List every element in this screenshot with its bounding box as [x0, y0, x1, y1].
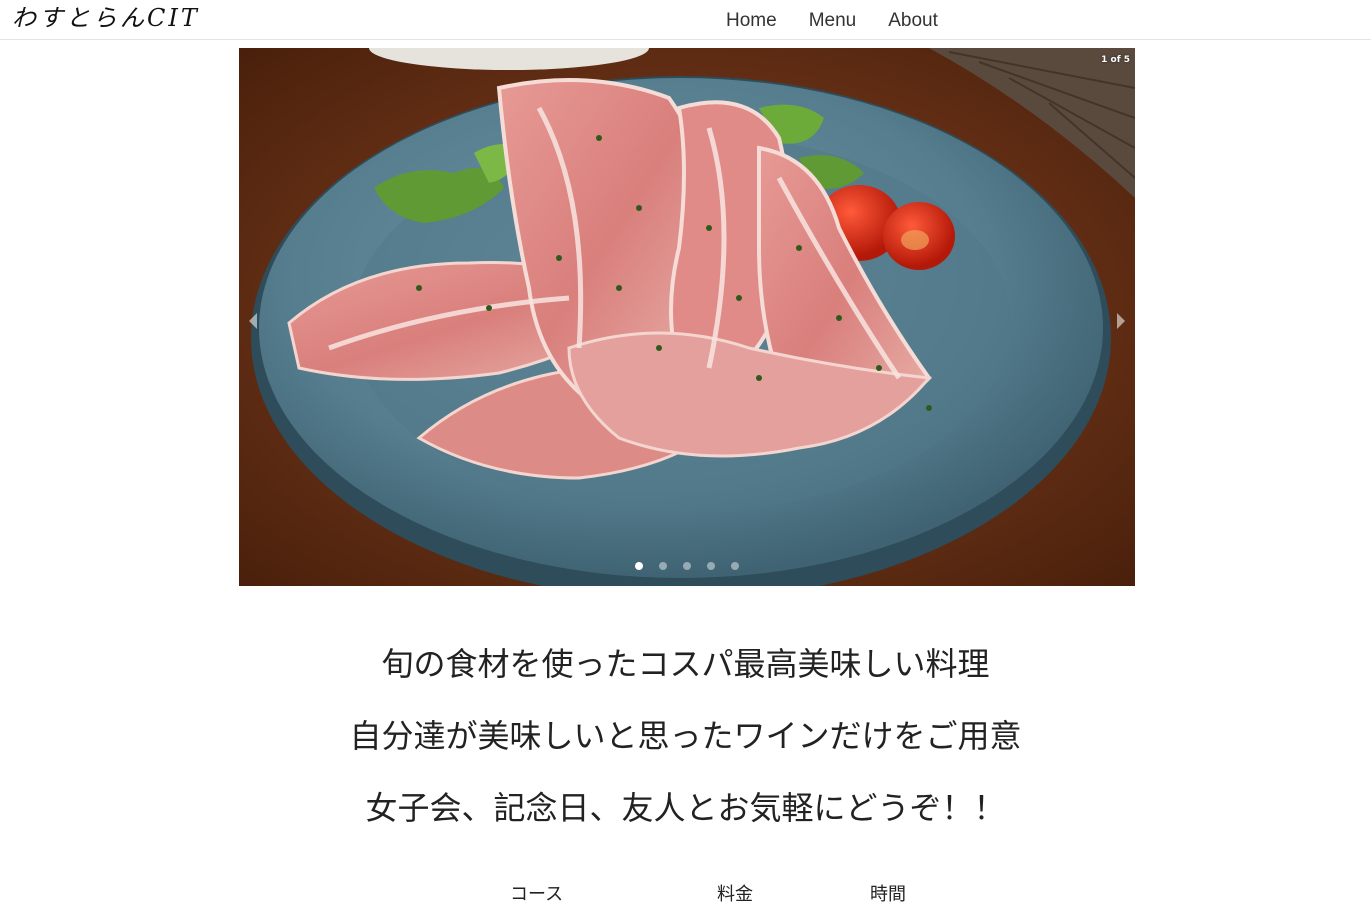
carousel-slide-image [239, 48, 1135, 586]
intro-line-2: 自分達が美味しいと思ったワインだけをご用意 [349, 717, 1022, 755]
intro-line-1: 旬の食材を使ったコスパ最高美味しい料理 [381, 645, 990, 683]
header-time: 時間 [870, 884, 906, 905]
carousel-dot-5[interactable] [731, 562, 739, 570]
image-carousel[interactable]: 1 of 5 [239, 48, 1135, 586]
carousel-prev-button[interactable] [245, 310, 261, 332]
site-header: わすとらんCIT Home Menu About [0, 0, 1371, 40]
nav-menu-link[interactable]: Menu [793, 8, 873, 34]
slide-counter: 1 of 5 [1101, 55, 1130, 65]
carousel-dot-3[interactable] [683, 562, 691, 570]
header-course: コース [510, 884, 564, 905]
chevron-right-icon [1117, 313, 1125, 329]
carousel-dot-2[interactable] [659, 562, 667, 570]
carousel-dot-1[interactable] [635, 562, 643, 570]
site-logo[interactable]: わすとらんCIT [12, 3, 200, 33]
nav-about-link[interactable]: About [872, 8, 954, 34]
header-price: 料金 [717, 884, 753, 905]
chevron-left-icon [249, 313, 257, 329]
carousel-next-button[interactable] [1113, 310, 1129, 332]
carousel-indicators [239, 562, 1135, 570]
carousel-dot-4[interactable] [707, 562, 715, 570]
main-nav: Home Menu About [710, 8, 954, 34]
intro-line-3: 女子会、記念日、友人とお気軽にどうぞ！！ [365, 789, 1006, 827]
nav-home-link[interactable]: Home [710, 8, 793, 34]
